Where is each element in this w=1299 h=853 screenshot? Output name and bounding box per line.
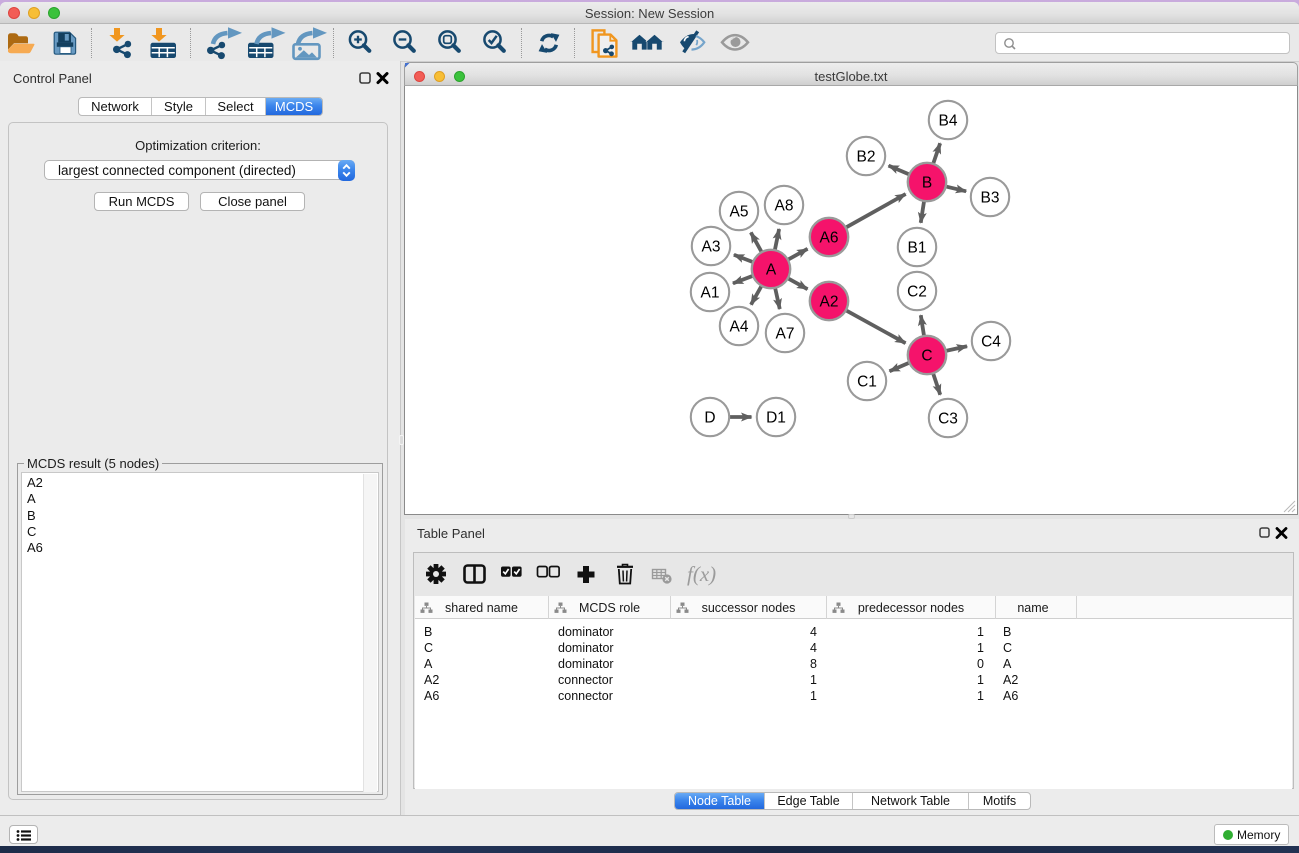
svg-text:A7: A7 bbox=[776, 326, 795, 343]
svg-text:B4: B4 bbox=[939, 113, 958, 130]
svg-text:A2: A2 bbox=[820, 294, 839, 311]
svg-text:A6: A6 bbox=[820, 230, 839, 247]
svg-text:C3: C3 bbox=[938, 411, 958, 428]
svg-text:D1: D1 bbox=[766, 410, 786, 427]
svg-text:C: C bbox=[921, 348, 932, 365]
svg-text:A: A bbox=[766, 262, 777, 279]
svg-text:C4: C4 bbox=[981, 334, 1001, 351]
svg-text:B1: B1 bbox=[908, 240, 927, 257]
svg-text:A3: A3 bbox=[702, 239, 721, 256]
svg-text:C1: C1 bbox=[857, 374, 877, 391]
svg-text:D: D bbox=[704, 410, 715, 427]
svg-text:B: B bbox=[922, 175, 932, 192]
svg-text:B2: B2 bbox=[857, 149, 876, 166]
svg-text:A5: A5 bbox=[730, 204, 749, 221]
svg-text:A4: A4 bbox=[730, 319, 749, 336]
svg-text:C2: C2 bbox=[907, 284, 927, 301]
svg-text:f(x): f(x) bbox=[687, 562, 716, 586]
svg-text:A1: A1 bbox=[701, 285, 720, 302]
svg-text:B3: B3 bbox=[981, 190, 1000, 207]
svg-text:A8: A8 bbox=[775, 198, 794, 215]
